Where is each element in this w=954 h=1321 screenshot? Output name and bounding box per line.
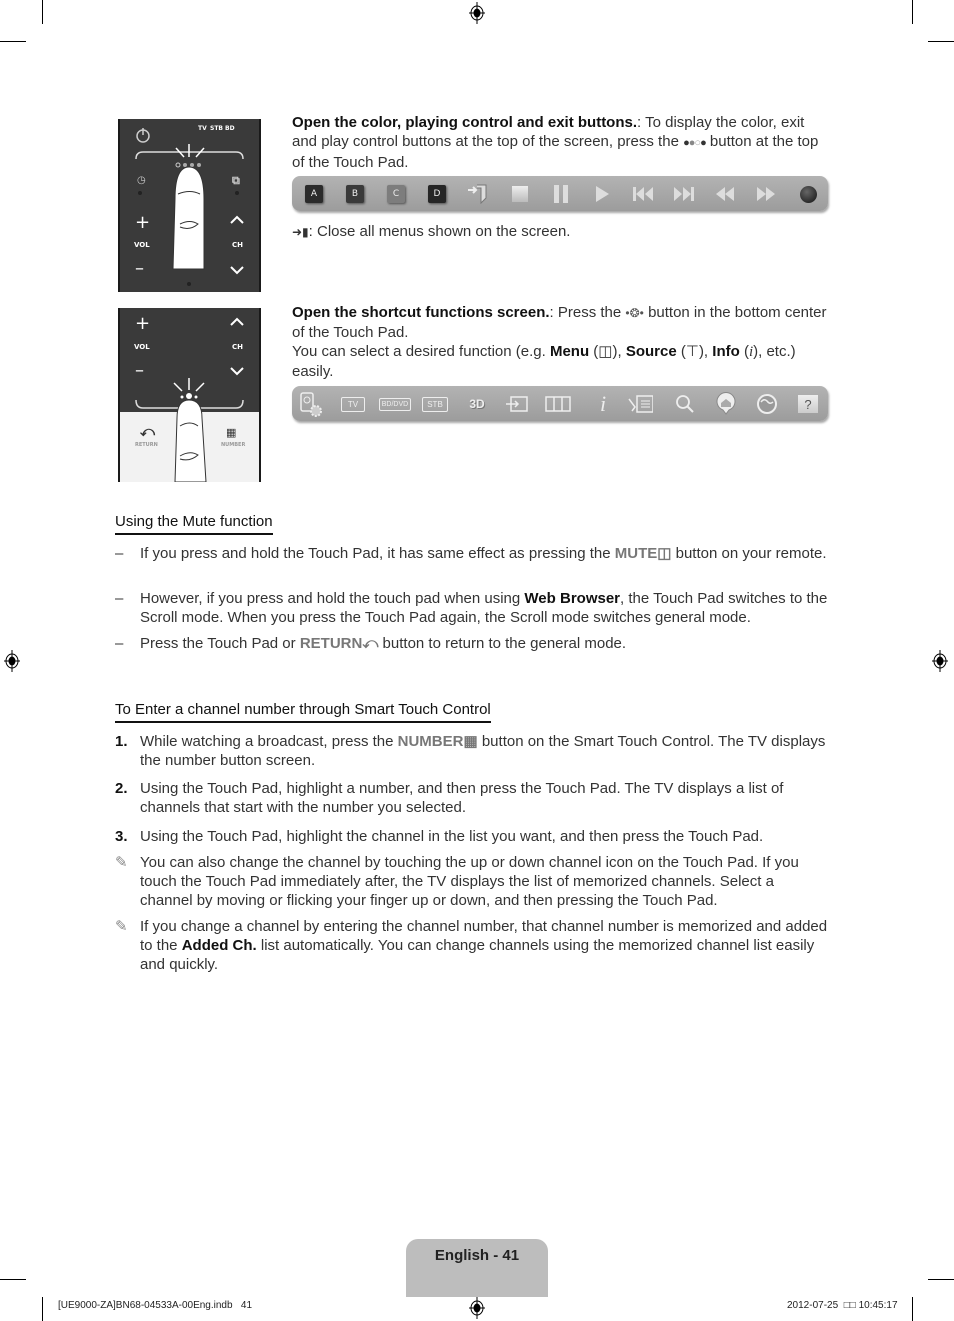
- menu-icon[interactable]: [545, 391, 571, 417]
- registration-mark-icon: [469, 2, 485, 24]
- source-icon: ⊤: [685, 343, 699, 360]
- mute-icon: ◫: [657, 545, 672, 562]
- section-title: Open the shortcut functions screen.: [292, 304, 550, 321]
- play-icon[interactable]: [589, 181, 615, 207]
- file-info: [UE9000-ZA]BN68-04533A-00Eng.indb 41: [58, 1300, 253, 1311]
- mute-item: – If you press and hold the Touch Pad, i…: [115, 545, 827, 562]
- tv-icon[interactable]: TV: [338, 391, 368, 417]
- color-d-button[interactable]: D: [424, 181, 450, 207]
- crop-mark: [0, 41, 26, 42]
- exit-icon: ➜▮: [292, 225, 309, 239]
- next-icon[interactable]: [671, 181, 697, 207]
- color-dots-icon: ●●○●: [683, 137, 707, 149]
- crop-mark: [928, 1279, 954, 1280]
- help-icon[interactable]: ?: [795, 391, 821, 417]
- pause-icon[interactable]: [548, 181, 574, 207]
- return-icon: ⤺: [140, 424, 155, 440]
- exit-note: ➜▮: Close all menus shown on the screen.: [292, 223, 571, 240]
- color-a-button[interactable]: A: [301, 181, 327, 207]
- crop-mark: [42, 1297, 43, 1321]
- number-icon: ▦: [226, 426, 237, 439]
- touchpad-outline: [135, 378, 244, 482]
- vol-label: VOL: [134, 241, 150, 249]
- crop-mark: [928, 41, 954, 42]
- color-c-button[interactable]: C: [383, 181, 409, 207]
- smart-hub-icon[interactable]: [713, 391, 739, 417]
- channel-heading: To Enter a channel number through Smart …: [115, 701, 491, 723]
- crop-mark: [912, 0, 913, 24]
- power-settings-icon[interactable]: [298, 391, 324, 417]
- section-color-buttons-text: Open the color, playing control and exit…: [292, 114, 819, 171]
- info-icon[interactable]: i: [590, 391, 616, 417]
- crop-mark: [912, 1297, 913, 1321]
- note-item: ✎ If you change a channel by entering th…: [115, 918, 828, 973]
- channel-down-icon: [230, 266, 244, 275]
- playback-toolbar: A B C D: [292, 176, 828, 211]
- menu-icon: ◫: [598, 343, 613, 360]
- registration-mark-icon: [932, 650, 948, 672]
- shortcut-toolbar: TV BD/DVD STB 3D i ?: [292, 386, 828, 421]
- step-item: 3. Using the Touch Pad, highlight the ch…: [115, 828, 764, 845]
- shortcut-button-icon: •❂•: [625, 306, 644, 320]
- stop-icon[interactable]: [507, 181, 533, 207]
- rewind-icon[interactable]: [712, 181, 738, 207]
- record-icon[interactable]: [795, 181, 821, 207]
- crop-mark: [42, 0, 43, 24]
- page-number: English - 41: [434, 1247, 520, 1264]
- mute-item: – However, if you press and hold the tou…: [115, 590, 828, 626]
- color-b-button[interactable]: B: [342, 181, 368, 207]
- mute-heading: Using the Mute function: [115, 513, 273, 535]
- info-icon: i: [748, 344, 754, 360]
- step-item: 1. While watching a broadcast, press the…: [115, 733, 826, 769]
- volume-down-icon: –: [135, 258, 144, 279]
- number-label: NUMBER: [221, 442, 246, 448]
- note-pencil-icon: ✎: [115, 918, 128, 935]
- mute-item: – Press the Touch Pad or RETURN⤺ button …: [115, 635, 627, 652]
- exit-icon[interactable]: [465, 181, 491, 207]
- search-icon[interactable]: [672, 391, 698, 417]
- section-title: Open the color, playing control and exit…: [292, 114, 638, 131]
- source-icon[interactable]: [504, 391, 530, 417]
- section-shortcut-text: Open the shortcut functions screen.: Pre…: [292, 304, 827, 380]
- internet-icon[interactable]: [754, 391, 780, 417]
- tools-icon[interactable]: [627, 391, 653, 417]
- crop-mark: [0, 1279, 26, 1280]
- volume-up-icon: +: [135, 212, 151, 233]
- page-number-tab: English - 41: [406, 1239, 548, 1297]
- registration-mark-icon: [4, 650, 20, 672]
- step-item: 2. Using the Touch Pad, highlight a numb…: [115, 780, 784, 816]
- return-label: RETURN: [135, 442, 158, 448]
- pip-icon: ⧉: [232, 174, 240, 187]
- stb-icon[interactable]: STB: [420, 391, 450, 417]
- remote-illustration-bottom: + VOL – CH ⤺ RETURN ▦ NUMBER: [118, 308, 261, 482]
- return-icon: ⤺: [362, 635, 379, 652]
- ch-label: CH: [232, 241, 243, 249]
- channel-up-icon: [230, 215, 244, 224]
- number-icon: ▦: [463, 733, 478, 750]
- print-timestamp: 2012-07-25 □□ 10:45:17: [787, 1300, 898, 1311]
- note-item: ✎ You can also change the channel by tou…: [115, 854, 799, 909]
- 3d-icon[interactable]: 3D: [464, 391, 490, 417]
- fast-forward-icon[interactable]: [753, 181, 779, 207]
- remote-illustration-top: TV STB BD ◷ ⧉ + VOL – CH: [118, 119, 261, 292]
- registration-mark-icon: [469, 1297, 485, 1319]
- timer-icon: ◷: [137, 175, 146, 186]
- note-pencil-icon: ✎: [115, 854, 128, 871]
- bd-dvd-icon[interactable]: BD/DVD: [378, 391, 412, 417]
- previous-icon[interactable]: [630, 181, 656, 207]
